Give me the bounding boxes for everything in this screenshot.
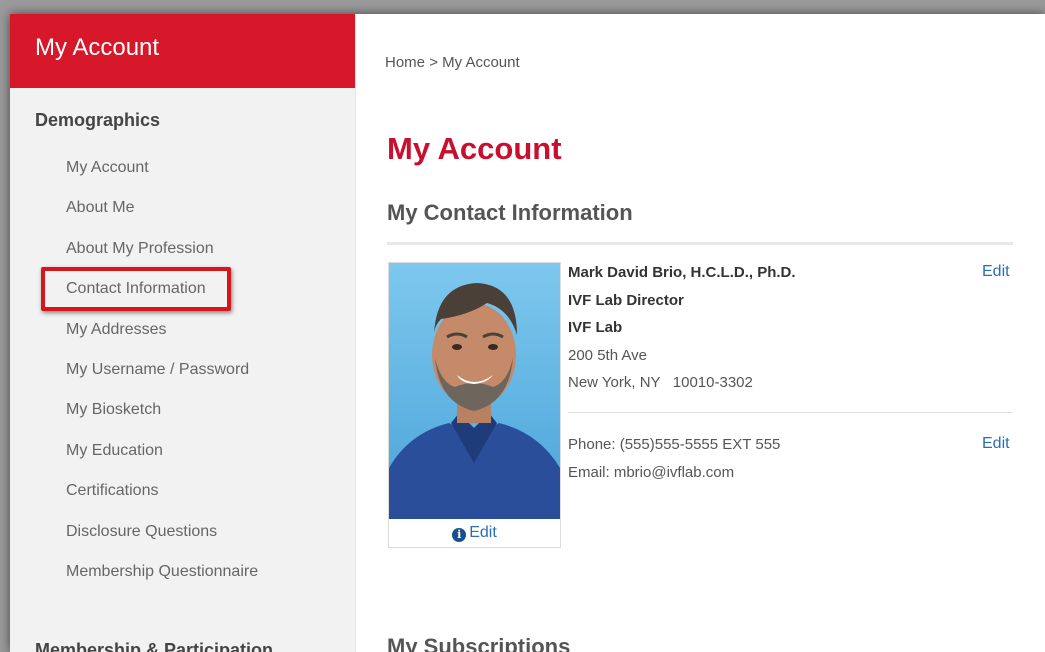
section-divider (387, 242, 1013, 245)
sidebar-item-disclosure-questions[interactable]: Disclosure Questions (10, 519, 355, 559)
sidebar-item-my-addresses[interactable]: My Addresses (10, 317, 355, 357)
sidebar: My Account Demographics My Account About… (10, 14, 356, 652)
phone-email-details: Phone: (555)555-5555 EXT 555 Email: mbri… (568, 436, 1013, 491)
contact-divider (568, 412, 1013, 413)
sidebar-nav: My Account About Me About My Profession … (10, 155, 355, 599)
sidebar-item-my-biosketch[interactable]: My Biosketch (10, 397, 355, 437)
contact-edit-link[interactable]: Edit (982, 263, 1010, 281)
breadcrumb-separator: > (429, 54, 438, 71)
sidebar-item-membership-questionnaire[interactable]: Membership Questionnaire (10, 559, 355, 599)
photo-edit-button[interactable]: i Edit (389, 519, 560, 546)
sidebar-item-about-me[interactable]: About Me (10, 195, 355, 235)
sidebar-section-membership: Membership & Participation (35, 640, 274, 652)
sidebar-item-certifications[interactable]: Certifications (10, 478, 355, 518)
sidebar-item-my-username-password[interactable]: My Username / Password (10, 357, 355, 397)
contact-email: Email: mbrio@ivflab.com (568, 463, 735, 481)
contact-phone: Phone: (555)555-5555 EXT 555 (568, 436, 781, 453)
profile-photo (389, 263, 560, 519)
breadcrumb: Home > My Account (385, 54, 520, 71)
phone-email-edit-link[interactable]: Edit (982, 435, 1010, 453)
sidebar-title: My Account (10, 14, 355, 88)
sidebar-item-contact-information-label: Contact Information (41, 267, 231, 312)
contact-details: Mark David Brio, H.C.L.D., Ph.D. IVF Lab… (568, 264, 1013, 402)
browser-page: My Account Demographics My Account About… (10, 14, 1045, 652)
main-content: Home > My Account My Account My Contact … (355, 14, 1045, 652)
breadcrumb-current: My Account (442, 54, 520, 71)
breadcrumb-home[interactable]: Home (385, 54, 425, 71)
contact-name: Mark David Brio, H.C.L.D., Ph.D. (568, 264, 796, 281)
info-icon: i (452, 528, 467, 542)
contact-address-line2: New York, NY 10010-3302 (568, 374, 753, 391)
subscriptions-section-title: My Subscriptions (387, 634, 571, 652)
sidebar-item-contact-information[interactable]: Contact Information (10, 267, 355, 316)
page-title: My Account (387, 131, 562, 166)
contact-section-title: My Contact Information (387, 200, 633, 225)
sidebar-item-my-account[interactable]: My Account (10, 155, 355, 195)
sidebar-section-demographics: Demographics (35, 110, 161, 130)
profile-photo-card: i Edit (388, 262, 561, 548)
sidebar-item-my-education[interactable]: My Education (10, 438, 355, 478)
contact-job-title: IVF Lab Director (568, 291, 684, 309)
contact-organization: IVF Lab (568, 319, 623, 336)
contact-address-line1: 200 5th Ave (568, 346, 647, 364)
photo-edit-label: Edit (469, 524, 497, 541)
